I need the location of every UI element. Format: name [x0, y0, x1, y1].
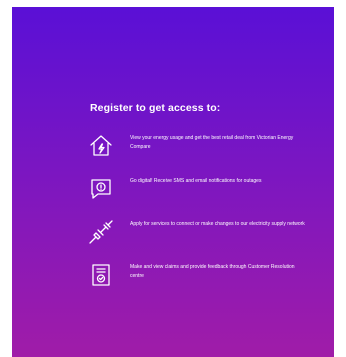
benefit-text: Go digital! Receive SMS and email notifi…: [130, 178, 262, 184]
section-heading: Register to get access to:: [90, 102, 221, 114]
benefit-item-claims-feedback: Make and view claims and provide feedbac…: [89, 263, 309, 293]
benefit-text: View your energy usage and get the best …: [130, 135, 294, 150]
house-lightning-icon: [89, 134, 113, 158]
register-benefits-panel: Register to get access to: View your ene…: [12, 7, 334, 357]
benefit-text: Make and view claims and provide feedbac…: [130, 264, 295, 279]
plug-icon: [89, 220, 113, 244]
benefit-item-supply-services: Apply for services to connect or make ch…: [89, 220, 309, 250]
document-claim-icon: [89, 263, 113, 287]
benefit-item-energy-usage: View your energy usage and get the best …: [89, 134, 309, 164]
benefit-item-notifications: Go digital! Receive SMS and email notifi…: [89, 177, 309, 207]
benefit-text: Apply for services to connect or make ch…: [130, 221, 305, 227]
chat-alert-icon: [89, 177, 113, 201]
